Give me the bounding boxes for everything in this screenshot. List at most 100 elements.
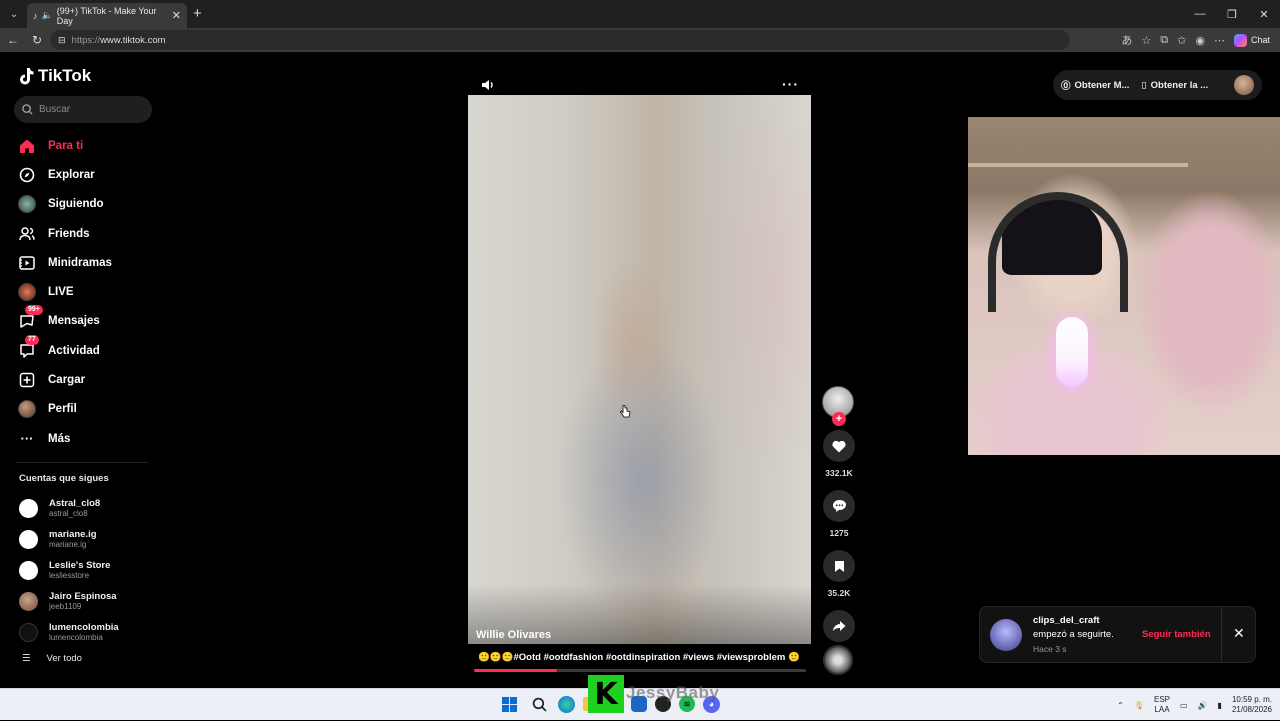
browser-tools: あ ☆ ⧉ ✩ ◉ ⋯ Chat — [1121, 30, 1270, 50]
get-coins-button[interactable]: ⓪ Obtener M... — [1061, 78, 1130, 93]
close-window-button[interactable]: ✕ — [1248, 0, 1280, 28]
view-all-link[interactable]: ☰ Ver todo — [22, 653, 82, 664]
tab-actions-button[interactable]: ⌄ — [2, 3, 26, 25]
favorite-star-icon[interactable]: ☆ — [1141, 34, 1151, 47]
copilot-chat-button[interactable]: Chat — [1233, 33, 1270, 47]
following-account[interactable]: Jairo Espinosa jeeb1109 — [19, 586, 119, 617]
network-icon[interactable]: ▭ — [1180, 701, 1188, 710]
save-action[interactable]: 35.2K — [822, 550, 856, 598]
video-progress-bar[interactable] — [474, 669, 806, 672]
music-disc-icon[interactable] — [823, 645, 853, 675]
site-info-icon[interactable]: ⊟ — [58, 35, 66, 46]
streamer-watermark: JessyBaby — [626, 683, 720, 702]
translate-icon[interactable]: あ — [1121, 32, 1132, 48]
account-username: lumencolombia — [49, 633, 103, 642]
search-input[interactable] — [39, 104, 139, 115]
browser-tab[interactable]: ♪ 🔈 (99+) TikTok - Make Your Day ✕ — [27, 3, 187, 28]
following-account[interactable]: Astral_clo8 astral_clo8 — [19, 493, 119, 524]
favorites-icon[interactable]: ✩ — [1177, 34, 1186, 47]
comment-icon[interactable] — [823, 490, 855, 522]
volume-icon[interactable]: 🔊 — [1198, 701, 1208, 710]
account-username: astral_clo8 — [49, 509, 88, 518]
following-account[interactable]: lumencolombia lumencolombia — [19, 617, 119, 648]
creator-avatar[interactable]: + — [822, 386, 854, 426]
search-icon[interactable] — [528, 693, 550, 715]
search-box[interactable] — [14, 96, 152, 123]
account-avatar — [19, 499, 38, 518]
comment-action[interactable]: 1275 — [822, 490, 856, 538]
profile-avatar-icon[interactable]: ◉ — [1195, 34, 1205, 47]
minimize-button[interactable]: — — [1184, 0, 1216, 28]
url-host: www.tiktok.com — [100, 34, 166, 46]
phone-icon: ▯ — [1141, 79, 1147, 91]
kick-logo-overlay: K — [588, 675, 624, 713]
system-tray: ⌃ 🎙 ESP LAA ▭ 🔊 ▮ 10:59 p. m. 21/08/2026 — [1117, 689, 1272, 721]
tiktok-note-icon — [20, 68, 34, 85]
sidebar-item-actividad[interactable]: 77 Actividad — [14, 334, 164, 365]
like-action[interactable]: 332.1K — [822, 430, 856, 478]
edge-browser-icon[interactable] — [558, 695, 575, 713]
battery-icon[interactable]: ▮ — [1218, 701, 1222, 710]
clock[interactable]: 10:59 p. m. 21/08/2026 — [1232, 695, 1272, 715]
comment-count: 1275 — [829, 528, 849, 538]
account-avatar — [19, 561, 38, 580]
sidebar-item-friends[interactable]: Friends — [14, 219, 164, 248]
sidebar-item-label: Mensajes — [48, 315, 100, 328]
share-icon[interactable] — [823, 610, 855, 642]
sidebar-item-mensajes[interactable]: 99+ Mensajes — [14, 305, 164, 336]
account-username: lesliesstore — [49, 571, 90, 580]
account-name: mariane.ig — [49, 529, 97, 540]
account-username: jeeb1109 — [49, 602, 82, 611]
tab-close-icon[interactable]: ✕ — [172, 9, 181, 22]
list-icon: ☰ — [22, 653, 31, 664]
following-account[interactable]: mariane.ig mariane.ig — [19, 524, 119, 555]
language-indicator[interactable]: ESP LAA — [1154, 695, 1170, 715]
notification-avatar[interactable] — [990, 618, 1022, 651]
user-avatar[interactable] — [1234, 75, 1254, 95]
microphone-icon[interactable]: 🎙 — [1134, 701, 1144, 710]
notification-user: clips_del_craft — [1033, 614, 1100, 626]
tab-title: (99+) TikTok - Make Your Day — [56, 5, 157, 26]
language-code: ESP — [1154, 695, 1171, 704]
following-account[interactable]: Leslie's Store lesliesstore — [19, 555, 119, 586]
restore-button[interactable]: ❐ — [1216, 0, 1248, 28]
sidebar-item-explorar[interactable]: Explorar — [14, 160, 164, 189]
upload-icon — [18, 371, 36, 389]
new-tab-button[interactable]: + — [193, 5, 202, 22]
extensions-icon[interactable]: ⧉ — [1160, 34, 1168, 47]
window-controls: — ❐ ✕ — [1184, 0, 1280, 28]
sidebar-item-perfil[interactable]: Perfil — [14, 395, 164, 424]
following-title: Cuentas que sigues — [19, 473, 109, 484]
video-creator[interactable]: Willie Olivares — [476, 629, 551, 641]
sidebar-item-cargar[interactable]: Cargar — [14, 365, 164, 394]
video-player[interactable] — [468, 95, 811, 644]
close-icon[interactable]: ✕ — [1233, 625, 1245, 642]
video-more-options-icon[interactable]: ··· — [782, 76, 799, 92]
video-caption: 🙂🙂🙂#Ootd #ootdfashion #ootdinspiration #… — [478, 652, 800, 663]
get-app-button[interactable]: ▯ Obtener la ... — [1141, 80, 1208, 91]
copilot-icon — [1233, 33, 1247, 47]
sidebar-item-mas[interactable]: ··· Más — [14, 424, 164, 453]
back-button[interactable]: ← — [1, 28, 25, 52]
sidebar-item-siguiendo[interactable]: Siguiendo — [14, 190, 164, 219]
activity-icon: 77 — [18, 334, 39, 360]
account-name: Astral_clo8 — [49, 498, 101, 509]
refresh-button[interactable]: ↻ — [25, 28, 49, 52]
friends-icon — [18, 225, 36, 243]
speaker-icon — [482, 80, 493, 90]
url-field[interactable]: ⊟ https://www.tiktok.com — [50, 30, 1070, 50]
sidebar-item-para-ti[interactable]: Para ti — [14, 131, 164, 160]
tiktok-logo[interactable]: TikTok — [18, 66, 91, 86]
tray-chevron-icon[interactable]: ⌃ — [1117, 701, 1124, 710]
follow-plus-icon[interactable]: + — [832, 412, 846, 426]
get-coins-label: Obtener M... — [1074, 79, 1130, 91]
settings-more-icon[interactable]: ⋯ — [1214, 34, 1225, 47]
windows-start-icon[interactable] — [498, 693, 520, 715]
bookmark-icon[interactable] — [823, 550, 855, 582]
follow-back-button[interactable]: Seguir también — [1142, 629, 1211, 640]
sidebar-item-live[interactable]: LIVE — [14, 277, 164, 306]
heart-icon[interactable] — [823, 430, 855, 462]
shelf-decor — [968, 163, 1188, 167]
sidebar-item-label: Actividad — [48, 344, 100, 357]
sidebar-item-minidramas[interactable]: Minidramas — [14, 248, 164, 277]
